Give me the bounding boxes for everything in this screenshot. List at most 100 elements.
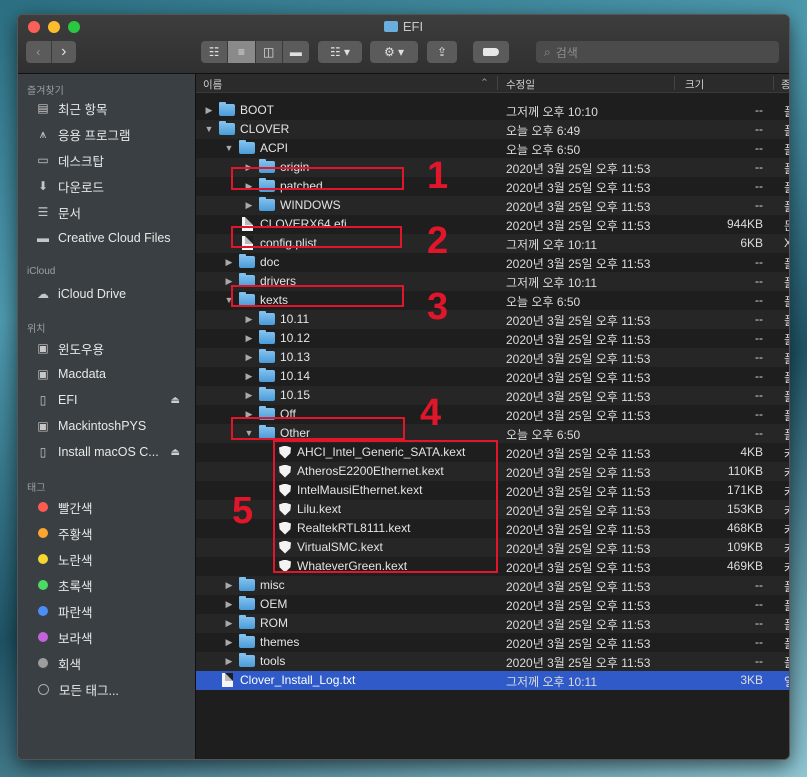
disclosure-open-icon[interactable]: ▼ — [223, 143, 235, 153]
folder-row[interactable]: ▶ BOOT 그저께 오후 10:10 -- 폴 — [196, 101, 789, 120]
sidebar-item-install-macos[interactable]: ▯ Install macOS C... ⏏ — [35, 442, 190, 462]
folder-row[interactable]: ▶doc2020년 3월 25일 오후 11:53--폴 — [196, 253, 789, 272]
item-size: -- — [755, 198, 763, 212]
annotation-box-3 — [231, 285, 404, 307]
column-kind[interactable]: 종 — [781, 77, 789, 92]
sidebar-tag-gray[interactable]: 회색 — [35, 653, 190, 673]
sidebar-item-macdata[interactable]: ▣ Macdata — [35, 364, 190, 384]
item-name: BOOT — [240, 103, 275, 117]
folder-icon — [239, 653, 255, 667]
item-name: tools — [260, 654, 286, 668]
item-size: -- — [755, 141, 763, 155]
disclosure-closed-icon[interactable]: ▶ — [243, 314, 255, 325]
folder-row[interactable]: ▶10.112020년 3월 25일 오후 11:53--폴 — [196, 310, 789, 329]
column-name[interactable]: 이름 — [203, 77, 222, 92]
disclosure-open-icon[interactable]: ▼ — [203, 124, 215, 134]
sidebar-tag-yellow[interactable]: 노란색 — [35, 549, 190, 569]
back-button[interactable]: ‹ — [26, 41, 52, 63]
item-size: -- — [755, 654, 763, 668]
sidebar-item-recents[interactable]: ▤ 최근 항목 — [35, 98, 190, 118]
list-view-button[interactable]: ≡ — [228, 41, 256, 63]
search-field[interactable]: ⌕ 검색 — [536, 41, 779, 63]
icon-view-button[interactable]: ☷ — [201, 41, 229, 63]
folder-row[interactable]: ▶tools2020년 3월 25일 오후 11:53--폴 — [196, 652, 789, 671]
annotation-number-1: 1 — [427, 155, 449, 197]
share-button[interactable]: ⇪ — [427, 41, 457, 63]
sidebar-item-windows-disk[interactable]: ▣ 윈도우용 — [35, 338, 190, 358]
disclosure-closed-icon[interactable]: ▶ — [223, 257, 235, 268]
disclosure-closed-icon[interactable]: ▶ — [223, 656, 235, 667]
folder-row[interactable]: ▶OEM2020년 3월 25일 오후 11:53--폴 — [196, 595, 789, 614]
sidebar-item-desktop[interactable]: ▭ 데스크탑 — [35, 150, 190, 170]
eject-icon[interactable]: ⏏ — [171, 447, 180, 458]
sort-ascending-icon: ⌃ — [480, 77, 489, 89]
sidebar-tag-orange[interactable]: 주황색 — [35, 523, 190, 543]
disclosure-closed-icon[interactable]: ▶ — [223, 580, 235, 591]
disclosure-closed-icon[interactable]: ▶ — [243, 333, 255, 344]
folder-row[interactable]: ▶themes2020년 3월 25일 오후 11:53--폴 — [196, 633, 789, 652]
sidebar-item-icloud-drive[interactable]: ☁ iCloud Drive — [35, 284, 190, 304]
sidebar-tag-purple[interactable]: 보라색 — [35, 627, 190, 647]
finder-window: EFI ‹ › ☷ ≡ ◫ ▬ ☷ ▾ ⚙ ▾ ⇪ ⌕ 검색 즐겨찾기 ▤ 최근 … — [17, 14, 790, 760]
eject-icon[interactable]: ⏏ — [171, 395, 180, 406]
share-icon: ⇪ — [436, 45, 448, 59]
folder-row[interactable]: ▶10.122020년 3월 25일 오후 11:53--폴 — [196, 329, 789, 348]
gallery-view-button[interactable]: ▬ — [283, 41, 309, 63]
disclosure-closed-icon[interactable]: ▶ — [203, 105, 215, 116]
folder-row[interactable]: ▶10.142020년 3월 25일 오후 11:53--폴 — [196, 367, 789, 386]
list-icon: ≡ — [237, 45, 245, 59]
folder-row[interactable]: ▶10.132020년 3월 25일 오후 11:53--폴 — [196, 348, 789, 367]
item-name: misc — [260, 578, 285, 592]
group-button[interactable]: ☷ ▾ — [318, 41, 362, 63]
tag-dot-icon — [38, 658, 48, 668]
item-kind: 폴 — [784, 635, 789, 652]
disclosure-closed-icon[interactable]: ▶ — [243, 352, 255, 363]
item-name: themes — [260, 635, 300, 649]
item-modified: 그저께 오후 10:11 — [506, 276, 598, 290]
item-kind: 폴 — [784, 331, 789, 348]
sidebar-item-documents[interactable]: ☰ 문서 — [35, 202, 190, 222]
folder-row[interactable]: ▶WINDOWS2020년 3월 25일 오후 11:53--폴 — [196, 196, 789, 215]
sidebar-tag-green[interactable]: 초록색 — [35, 575, 190, 595]
item-size: 110KB — [727, 464, 763, 478]
sidebar-all-tags[interactable]: 모든 태그... — [35, 679, 190, 699]
forward-button[interactable]: › — [52, 41, 77, 63]
tag-button[interactable] — [473, 41, 509, 63]
disclosure-closed-icon[interactable]: ▶ — [243, 390, 255, 401]
file-row[interactable]: Clover_Install_Log.txt 그저께 오후 10:11 3KB 일 — [196, 671, 789, 690]
item-size: -- — [755, 578, 763, 592]
annotation-number-3: 3 — [427, 286, 449, 328]
disclosure-closed-icon[interactable]: ▶ — [223, 637, 235, 648]
column-view-button[interactable]: ◫ — [256, 41, 283, 63]
sidebar-item-efi[interactable]: ▯ EFI ⏏ — [35, 390, 190, 410]
folder-row[interactable]: ▶ROM2020년 3월 25일 오후 11:53--폴 — [196, 614, 789, 633]
item-size: 469KB — [726, 559, 763, 573]
applications-icon: ⩚ — [39, 126, 47, 141]
disclosure-closed-icon[interactable]: ▶ — [223, 599, 235, 610]
desktop-icon: ▭ — [37, 153, 49, 167]
item-kind: 폴 — [784, 103, 789, 120]
sidebar-item-applications[interactable]: ⩚ 응용 프로그램 — [35, 124, 190, 144]
column-size[interactable]: 크기 — [685, 77, 704, 92]
folder-row[interactable]: ▼ CLOVER 오늘 오후 6:49 -- 폴 — [196, 120, 789, 139]
sidebar-item-mackintoshpys[interactable]: ▣ MackintoshPYS — [35, 416, 190, 436]
folder-row[interactable]: ▶10.152020년 3월 25일 오후 11:53--폴 — [196, 386, 789, 405]
disclosure-closed-icon[interactable]: ▶ — [243, 371, 255, 382]
item-kind: 폴 — [784, 179, 789, 196]
item-modified: 오늘 오후 6:50 — [506, 143, 581, 157]
folder-row[interactable]: ▶misc2020년 3월 25일 오후 11:53--폴 — [196, 576, 789, 595]
columns-icon: ◫ — [262, 45, 275, 59]
disk-icon: ▣ — [37, 419, 49, 433]
disclosure-closed-icon[interactable]: ▶ — [223, 618, 235, 629]
folder-row[interactable]: ▼ ACPI 오늘 오후 6:50 -- 폴 — [196, 139, 789, 158]
action-button[interactable]: ⚙ ▾ — [370, 41, 418, 63]
column-modified[interactable]: 수정일 — [506, 77, 535, 92]
sidebar-item-creative-cloud[interactable]: ▬ Creative Cloud Files — [35, 228, 190, 248]
annotation-box-4 — [231, 417, 405, 440]
item-kind: 폴 — [784, 312, 789, 329]
sidebar-item-downloads[interactable]: ⬇ 다운로드 — [35, 176, 190, 196]
disclosure-closed-icon[interactable]: ▶ — [243, 200, 255, 211]
sidebar-tag-red[interactable]: 빨간색 — [35, 497, 190, 517]
item-name: ROM — [260, 616, 288, 630]
sidebar-tag-blue[interactable]: 파란색 — [35, 601, 190, 621]
